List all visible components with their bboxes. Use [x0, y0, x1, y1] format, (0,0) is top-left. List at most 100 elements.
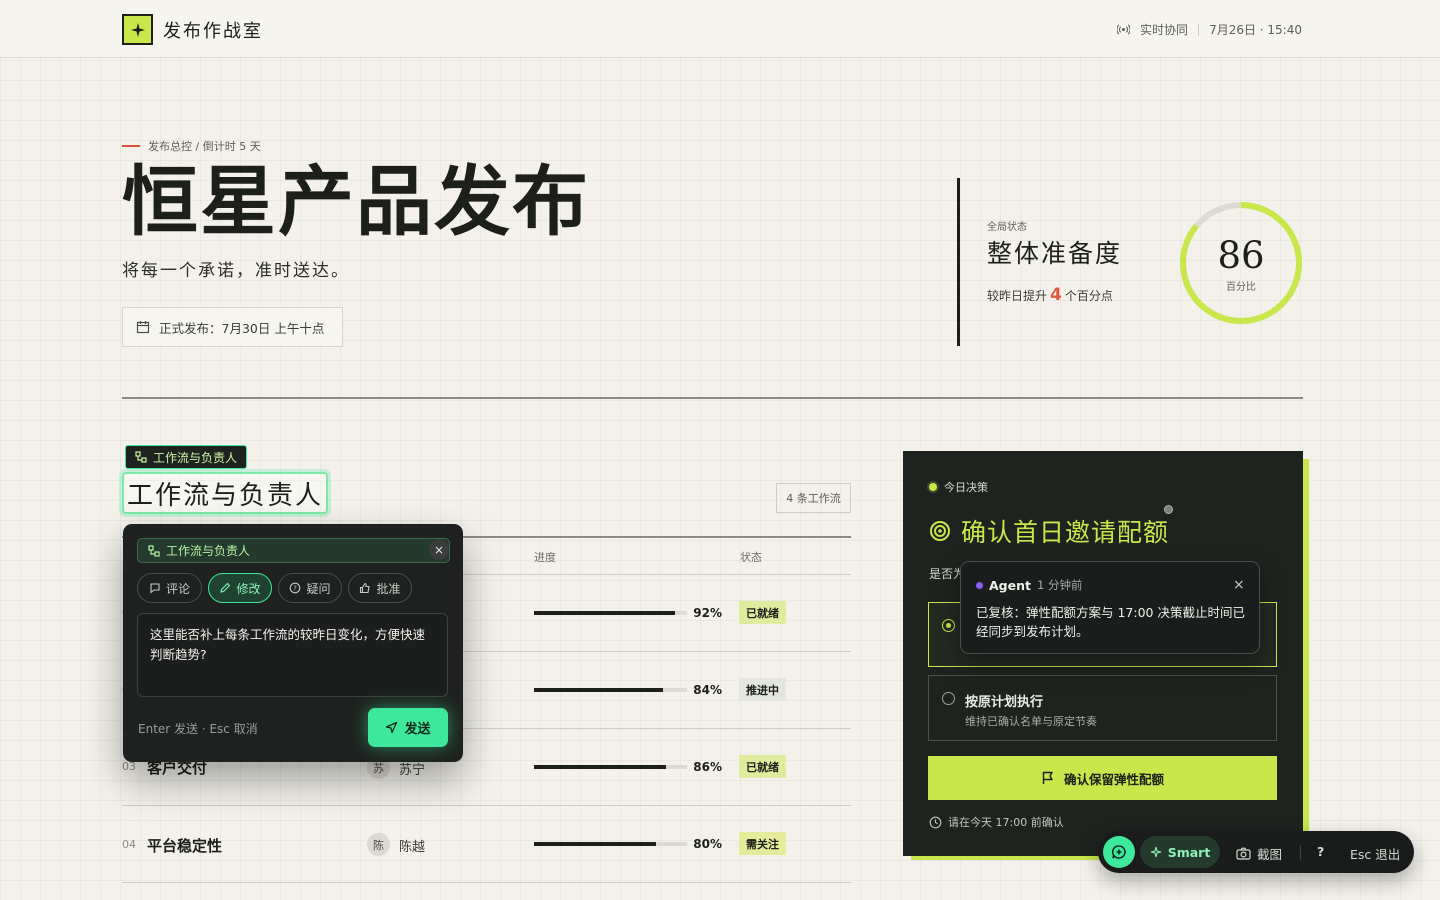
- progress-fill: [534, 688, 663, 692]
- top-bar: 发布作战室 实时协同 7月26日 · 15:40: [0, 0, 1440, 58]
- status-badge: 需关注: [739, 832, 786, 855]
- progress-fill: [534, 611, 675, 615]
- question-icon: ?: [290, 582, 301, 594]
- send-icon: [386, 721, 398, 734]
- progress-fill: [534, 842, 657, 846]
- tab-label: 疑问: [306, 581, 331, 596]
- screenshot-button[interactable]: 截图: [1236, 844, 1282, 863]
- smart-mode-button[interactable]: Smart: [1140, 836, 1220, 868]
- element-tag-label: 工作流与负责人: [153, 450, 238, 465]
- broadcast-icon: [1117, 24, 1131, 35]
- send-label: 发送: [404, 722, 431, 737]
- progress-bar: [534, 611, 687, 615]
- progress-value: 92%: [693, 606, 722, 620]
- divider: [1198, 23, 1200, 36]
- row-name: 平台稳定性: [147, 837, 223, 855]
- target-icon: [930, 521, 950, 541]
- comment-icon: [150, 583, 160, 594]
- tab-comment[interactable]: 评论: [137, 573, 202, 603]
- readiness-delta: 较昨日提升 4 个百分点: [987, 285, 1113, 305]
- breadcrumb: 发布总控 / 倒计时 5 天: [122, 138, 261, 154]
- breadcrumb-text: 发布总控 / 倒计时 5 天: [148, 140, 261, 153]
- release-date: 正式发布：7月30日 上午十点: [159, 320, 325, 336]
- toast-header: Agent 1 分钟前: [976, 577, 1082, 593]
- row-divider: [122, 805, 851, 806]
- progress-fill: [534, 765, 666, 769]
- agent-dot: [976, 581, 983, 589]
- section-divider: [122, 397, 1303, 399]
- radio-selected[interactable]: [942, 619, 955, 632]
- readiness-title: 整体准备度: [987, 239, 1123, 268]
- chat-button[interactable]: [1103, 836, 1135, 868]
- row-divider: [122, 882, 851, 883]
- help-button[interactable]: ?: [1317, 844, 1324, 859]
- logo-icon: [122, 14, 153, 45]
- tab-question[interactable]: ? 疑问: [278, 573, 342, 603]
- deadline-text: 请在今天 17:00 前确认: [948, 816, 1064, 829]
- avatar: 陈: [367, 833, 390, 856]
- decision-title-text: 确认首日邀请配额: [961, 518, 1170, 547]
- status-dot: [929, 483, 937, 491]
- element-tag: 工作流与负责人: [125, 445, 248, 469]
- progress-bar: [534, 842, 687, 846]
- decision-label: 今日决策: [929, 479, 988, 495]
- target-tag: 工作流与负责人: [137, 538, 450, 563]
- top-status: 实时协同 7月26日 · 15:40: [1117, 21, 1302, 38]
- agent-toast: Agent 1 分钟前 × 已复核：弹性配额方案与 17:00 决策截止时间已经…: [960, 561, 1260, 654]
- tab-approve[interactable]: 批准: [348, 573, 412, 603]
- exit-button[interactable]: Esc 退出: [1350, 844, 1400, 863]
- readiness-unit: 百分比: [1226, 282, 1256, 293]
- decision-title: 确认首日邀请配额: [929, 513, 1169, 549]
- accent-dash: [122, 145, 140, 147]
- chat-icon: [1111, 845, 1126, 859]
- workflow-count: 4 条工作流: [776, 483, 851, 513]
- workflow-icon: [148, 544, 160, 557]
- option-title: 按原计划执行: [965, 695, 1044, 710]
- progress-value: 80%: [693, 837, 722, 851]
- progress-bar: [534, 765, 687, 769]
- close-icon[interactable]: ×: [429, 540, 449, 560]
- decision-label-text: 今日决策: [944, 481, 988, 494]
- thumbs-up-icon: [360, 582, 371, 594]
- smart-label: Smart: [1167, 844, 1211, 860]
- confirm-button[interactable]: 确认保留弹性配额: [928, 756, 1277, 800]
- tab-label: 修改: [236, 581, 261, 596]
- comment-popover: 工作流与负责人 × 评论 修改 ? 疑问 批准 这里能否补上每条工作流的较昨日变…: [123, 524, 463, 762]
- row-index: 04: [122, 838, 136, 851]
- deadline: 请在今天 17:00 前确认: [929, 814, 1064, 830]
- delta-suffix: 个百分点: [1064, 289, 1113, 303]
- option-keep-plan[interactable]: 按原计划执行 维持已确认名单与原定节奏: [928, 675, 1277, 741]
- tab-label: 批准: [376, 581, 401, 596]
- release-date-chip: 正式发布：7月30日 上午十点: [122, 307, 343, 347]
- tab-label: 评论: [165, 581, 190, 596]
- close-icon[interactable]: ×: [1233, 577, 1245, 593]
- pencil-icon: [220, 582, 231, 593]
- status-badge: 已就绪: [739, 601, 786, 624]
- clock-icon: [929, 816, 942, 828]
- workflow-icon: [135, 451, 147, 463]
- tab-edit[interactable]: 修改: [208, 573, 272, 603]
- agent-anchor-dot: [1164, 505, 1173, 514]
- agent-name: Agent: [989, 577, 1031, 593]
- agent-message: 已复核：弹性配额方案与 17:00 决策截止时间已经同步到发布计划。: [976, 605, 1245, 639]
- page-title: 恒星产品发布: [122, 157, 590, 246]
- column-status: 状态: [740, 551, 762, 564]
- radio-unselected[interactable]: [942, 692, 955, 705]
- comment-input[interactable]: 这里能否补上每条工作流的较昨日变化，方便快速判断趋势?: [137, 613, 448, 697]
- progress-value: 86%: [693, 760, 722, 774]
- floating-toolbar: Smart 截图 ? Esc 退出: [1098, 831, 1414, 873]
- delta-prefix: 较昨日提升: [987, 289, 1048, 303]
- status-badge: 推进中: [739, 678, 786, 701]
- send-button[interactable]: 发送: [368, 708, 448, 747]
- divider: [1300, 845, 1301, 860]
- brand-name: 发布作战室: [163, 21, 263, 42]
- option-subtitle: 维持已确认名单与原定节奏: [965, 715, 1097, 728]
- calendar-icon: [136, 321, 150, 334]
- keyboard-hint: Enter 发送 · Esc 取消: [138, 722, 258, 736]
- progress-bar: [534, 688, 687, 692]
- target-tag-label: 工作流与负责人: [166, 544, 251, 558]
- section-title[interactable]: 工作流与负责人: [122, 472, 329, 514]
- divider: [957, 178, 960, 346]
- sparkle-icon: [1150, 846, 1161, 858]
- live-label: 实时协同: [1140, 23, 1189, 37]
